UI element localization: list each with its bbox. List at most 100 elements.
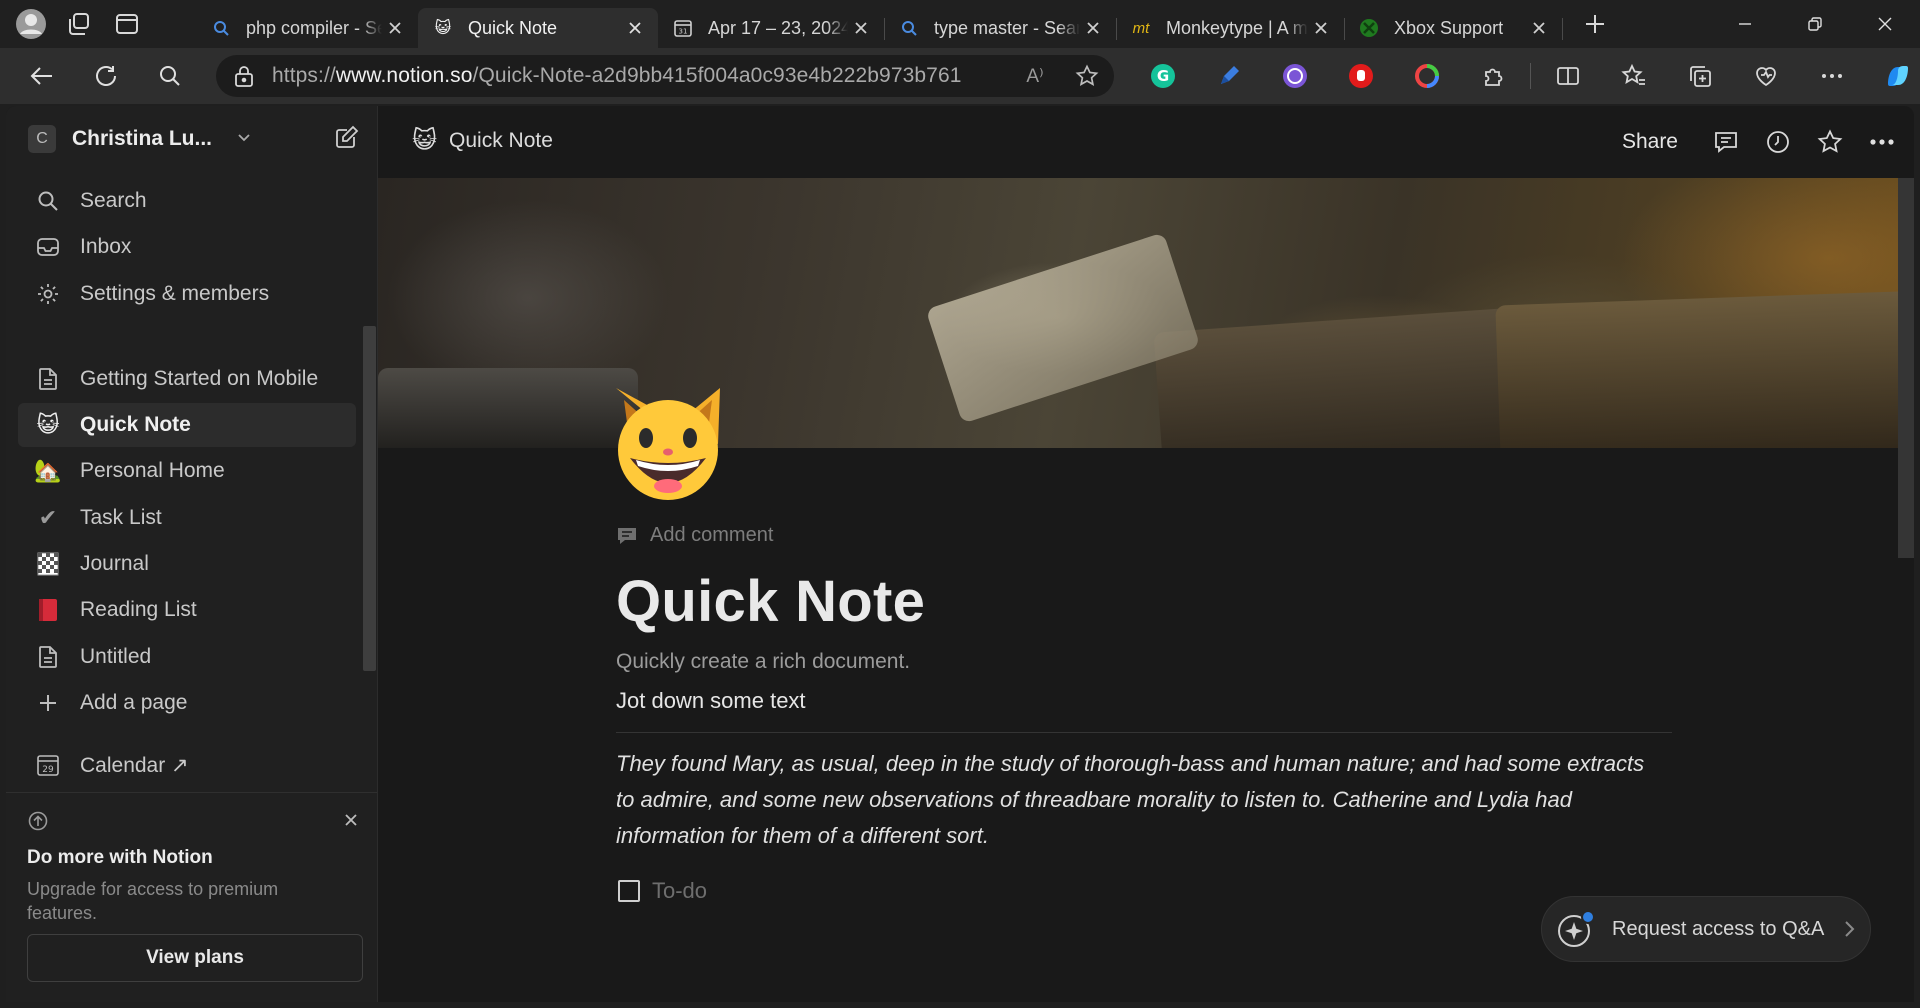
close-tab-icon[interactable] [1526, 15, 1552, 41]
sidebar-item-inbox[interactable]: Inbox [18, 225, 356, 269]
tab-monkeytype[interactable]: mt Monkeytype | A minimalistic typing te… [1116, 8, 1345, 48]
tab-calendar[interactable]: 31 Apr 17 – 23, 2024 [658, 8, 885, 48]
sidebar-item-search[interactable]: Search [18, 179, 356, 223]
todo-placeholder: To-do [652, 878, 708, 903]
sidebar-item-untitled[interactable]: Untitled [18, 635, 356, 679]
tab-title: type master - Search [934, 17, 1080, 38]
breadcrumb[interactable]: 😺 Quick Note [412, 126, 553, 155]
extensions-row: G [1130, 48, 1920, 104]
close-tab-icon[interactable] [1080, 15, 1106, 41]
collections-icon[interactable] [1667, 52, 1733, 100]
sidebar-item-calendar[interactable]: 29 Calendar ↗ [18, 743, 356, 787]
url-scheme: https:// [272, 64, 336, 87]
purple-extension-icon[interactable] [1262, 52, 1328, 100]
more-options-icon[interactable] [1856, 120, 1908, 164]
sidebar-item-quick-note[interactable]: 😺 Quick Note [18, 403, 356, 447]
chevron-down-icon[interactable] [236, 129, 252, 150]
page-icon-cat-emoji[interactable] [606, 380, 730, 504]
sidebar-scrollbar[interactable] [363, 326, 376, 671]
restore-button[interactable] [1780, 0, 1850, 48]
sidebar-item-label: Reading List [80, 598, 197, 621]
tab-title: Quick Note [468, 17, 558, 38]
sidebar-item-task-list[interactable]: ✔ Task List [18, 496, 356, 540]
search-icon[interactable] [138, 52, 202, 100]
tab-xbox-support[interactable]: Xbox Support [1344, 8, 1563, 48]
close-tab-icon[interactable] [848, 15, 874, 41]
new-page-edit-icon[interactable] [334, 124, 360, 155]
workspaces-icon[interactable] [58, 4, 100, 44]
new-tab-button[interactable] [1572, 4, 1618, 44]
back-button[interactable] [10, 52, 74, 100]
search-icon [34, 187, 62, 215]
todo-checkbox[interactable] [618, 880, 640, 902]
sidebar-item-settings[interactable]: Settings & members [18, 272, 356, 316]
copilot-icon[interactable] [1865, 52, 1920, 100]
page-topbar: 😺 Quick Note Share [378, 106, 1914, 178]
workspace-name: Christina Lu... [72, 127, 213, 150]
tab-type-master[interactable]: type master - Search [884, 8, 1117, 48]
minimize-button[interactable] [1710, 0, 1780, 48]
divider-block [616, 732, 1672, 733]
refresh-button[interactable] [74, 52, 138, 100]
stop-hand-icon[interactable] [1328, 52, 1394, 100]
sidebar-item-getting-started[interactable]: Getting Started on Mobile [18, 357, 356, 401]
italic-text-block[interactable]: They found Mary, as usual, deep in the s… [616, 746, 1666, 854]
grammarly-icon[interactable]: G [1130, 52, 1196, 100]
book-emoji [34, 596, 62, 624]
plus-icon [34, 689, 62, 717]
page-subtitle[interactable]: Quickly create a rich document. [616, 650, 910, 674]
url-text[interactable]: https://www.notion.so/Quick-Note-a2d9bb4… [272, 64, 1010, 88]
close-tab-icon[interactable] [622, 15, 648, 41]
sidebar-item-label: Settings & members [80, 282, 270, 305]
close-icon[interactable] [336, 805, 366, 835]
sidebar-item-add-page[interactable]: Add a page [18, 681, 356, 725]
main-scrollbar[interactable] [1898, 178, 1914, 558]
address-bar[interactable]: https://www.notion.so/Quick-Note-a2d9bb4… [216, 55, 1114, 97]
color-ring-icon[interactable] [1394, 52, 1460, 100]
tab-title: Monkeytype | A minimalistic typing test [1166, 17, 1308, 38]
close-tab-icon[interactable] [1308, 15, 1334, 41]
read-aloud-icon[interactable]: A⁾ [1010, 65, 1060, 88]
vertical-tabs-icon[interactable] [106, 4, 148, 44]
favorites-icon[interactable] [1601, 52, 1667, 100]
sidebar-item-reading-list[interactable]: Reading List [18, 588, 356, 632]
qa-sparkle-icon [1556, 909, 1596, 949]
house-emoji: 🏡 [34, 458, 62, 483]
close-window-button[interactable] [1850, 0, 1920, 48]
text-block[interactable]: Jot down some text [616, 688, 806, 714]
close-tab-icon[interactable] [382, 15, 408, 41]
profile-avatar-icon[interactable] [10, 4, 52, 44]
qa-label: Request access to Q&A [1612, 917, 1825, 940]
comments-icon[interactable] [1700, 120, 1752, 164]
svg-text:G: G [1157, 67, 1169, 85]
sidebar-item-label: Inbox [80, 235, 132, 258]
cat-emoji: 😺 [36, 412, 60, 437]
star-icon[interactable] [1804, 120, 1856, 164]
pen-extension-icon[interactable] [1196, 52, 1262, 100]
search-icon [210, 17, 232, 39]
share-button[interactable]: Share [1622, 130, 1678, 154]
sidebar-item-personal-home[interactable]: 🏡 Personal Home [18, 449, 356, 493]
todo-block[interactable]: To-do [618, 878, 707, 904]
tab-php-compiler[interactable]: php compiler - Search [196, 8, 419, 48]
extensions-puzzle-icon[interactable] [1460, 52, 1526, 100]
tab-quick-note[interactable]: 😺 Quick Note [418, 8, 658, 48]
favorite-star-icon[interactable] [1060, 64, 1114, 88]
more-menu-icon[interactable] [1799, 52, 1865, 100]
search-icon [898, 17, 920, 39]
notion-app: C Christina Lu... Search Inbox Settings … [6, 106, 1914, 1002]
add-comment-button[interactable]: Add comment [616, 524, 773, 547]
clock-icon[interactable] [1752, 120, 1804, 164]
lock-icon[interactable] [216, 65, 272, 87]
split-screen-icon[interactable] [1535, 52, 1601, 100]
request-qa-button[interactable]: Request access to Q&A [1541, 896, 1871, 962]
page-title[interactable]: Quick Note [616, 568, 925, 635]
workspace-switcher[interactable]: C Christina Lu... [28, 122, 360, 156]
tab-title: Xbox Support [1394, 17, 1504, 38]
view-plans-button[interactable]: View plans [27, 934, 363, 982]
sidebar-item-label: Journal [80, 552, 149, 575]
browser-essentials-icon[interactable] [1733, 52, 1799, 100]
sidebar-item-journal[interactable]: Journal [18, 542, 356, 586]
sidebar-item-label: Getting Started on Mobile [80, 367, 319, 390]
cat-emoji: 😺 [412, 127, 438, 154]
